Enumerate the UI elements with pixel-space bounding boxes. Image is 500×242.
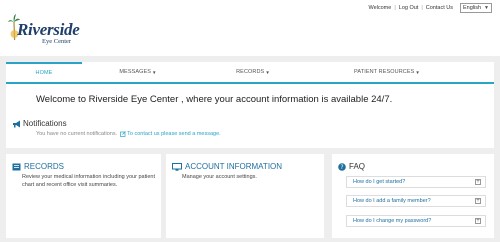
welcome-panel: Welcome to Riverside Eye Center , where … [6,84,494,148]
records-title: RECORDS [24,162,65,171]
records-card[interactable]: RECORDS Review your medical information … [6,154,161,238]
tab-records[interactable]: RECORDS ▼ [194,62,312,82]
logout-link[interactable]: Log Out [396,5,422,11]
question-icon: ? [338,162,346,171]
faq-item[interactable]: How do I change my password? + [346,215,486,227]
account-description: Manage your account settings. [182,174,257,180]
tab-label: PATIENT RESOURCES [354,69,415,75]
account-title: ACCOUNT INFORMATION [185,162,283,171]
faq-title: FAQ [349,162,366,171]
chevron-down-icon: ▼ [152,69,157,75]
svg-text:?: ? [340,164,343,171]
edit-icon [120,131,126,137]
send-message-link[interactable]: To contact us please send a message. [120,131,221,137]
top-links: Welcome | Log Out | Contact Us English ▼ [366,2,492,14]
records-icon [12,163,21,170]
faq-heading: ? FAQ [338,162,365,171]
welcome-message: Welcome to Riverside Eye Center , where … [36,94,393,105]
megaphone-icon [13,120,20,127]
faq-question: How do I get started? [353,179,406,185]
faq-item[interactable]: How do I add a family member? + [346,195,486,207]
faq-card: ? FAQ How do I get started? + How do I a… [332,154,494,238]
welcome-link[interactable]: Welcome [366,5,395,11]
tab-label: HOME [35,70,53,76]
tab-home[interactable]: HOME [6,62,82,82]
notifications-empty-text: You have no current notifications. [36,131,118,137]
chevron-down-icon: ▼ [415,69,420,75]
tab-label: RECORDS [236,69,265,75]
chevron-down-icon: ▼ [484,5,489,11]
tab-patient-resources[interactable]: PATIENT RESOURCES ▼ [312,62,462,82]
main-nav: HOME MESSAGES ▼ RECORDS ▼ PATIENT RESOURCE… [6,62,494,84]
chevron-down-icon: ▼ [265,69,270,75]
send-message-label: To contact us please send a message. [127,131,221,137]
brand-name: Riverside [17,20,80,39]
records-heading: RECORDS [12,162,64,171]
riverside-logo[interactable]: Riverside Eye Center [8,12,80,45]
account-heading: ACCOUNT INFORMATION [172,162,282,171]
records-description: Review your medical information includin… [22,174,155,188]
tab-label: MESSAGES [119,69,152,75]
language-select[interactable]: English ▼ [460,3,492,13]
notifications-title: Notifications [23,119,67,128]
plus-icon: + [475,198,481,204]
monitor-icon [172,162,182,171]
faq-item[interactable]: How do I get started? + [346,176,486,188]
plus-icon: + [475,218,481,224]
contact-us-link[interactable]: Contact Us [423,5,456,11]
brand-subtitle: Eye Center [42,38,72,45]
plus-icon: + [475,179,481,185]
faq-question: How do I change my password? [353,218,432,224]
notifications-heading: Notifications [12,119,67,128]
tab-messages[interactable]: MESSAGES ▼ [82,62,194,82]
faq-question: How do I add a family member? [353,198,431,204]
account-card[interactable]: ACCOUNT INFORMATION Manage your account … [166,154,324,238]
notifications-body: You have no current notifications. To co… [36,131,221,137]
site-header: Riverside Eye Center Welcome | Log Out |… [0,0,500,56]
language-value: English [463,5,482,11]
